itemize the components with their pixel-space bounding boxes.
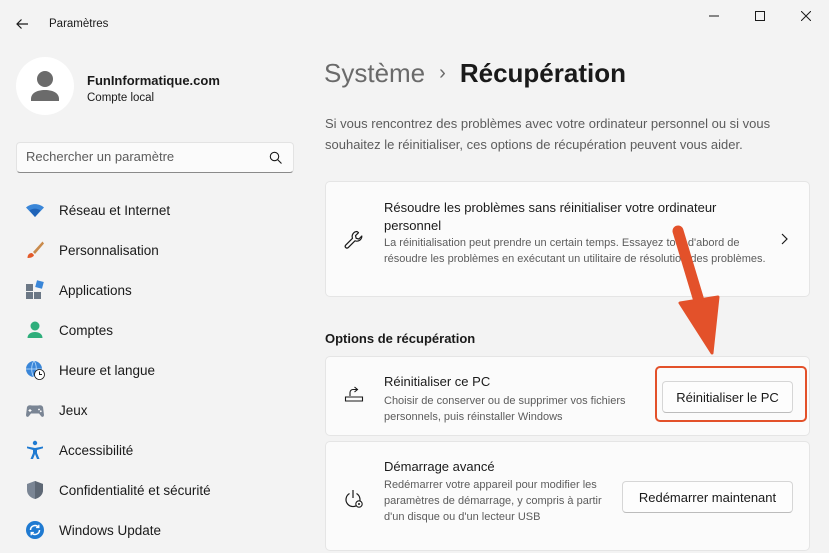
breadcrumb: Système › Récupération — [324, 58, 626, 89]
chevron-right-icon[interactable] — [777, 232, 791, 246]
sidebar-item-label: Windows Update — [59, 522, 162, 538]
sidebar-item-label: Accessibilité — [59, 442, 134, 458]
user-placeholder-icon — [31, 71, 59, 101]
wrench-icon — [344, 230, 363, 249]
page-title: Récupération — [459, 58, 626, 88]
paintbrush-icon — [27, 241, 44, 258]
globe-clock-icon — [26, 360, 45, 380]
search-icon[interactable] — [269, 151, 283, 165]
avatar[interactable] — [16, 57, 74, 115]
advanced-startup-description: Redémarrer votre appareil pour modifier … — [384, 479, 602, 523]
sidebar-item-label: Personnalisation — [59, 242, 159, 258]
intro-text: Si vous rencontrez des problèmes avec vo… — [325, 116, 771, 152]
sidebar-item-privacy[interactable]: Confidentialité et sécurité — [16, 470, 294, 510]
advanced-startup-title: Démarrage avancé — [384, 459, 495, 474]
sidebar-item-label: Heure et langue — [59, 362, 156, 378]
maximize-button[interactable] — [737, 0, 783, 32]
gamepad-icon — [26, 405, 44, 417]
highlight-box — [655, 366, 807, 422]
sidebar-item-label: Jeux — [59, 402, 88, 418]
reset-pc-icon — [344, 386, 364, 402]
minimize-button[interactable] — [691, 0, 737, 32]
window-controls — [691, 0, 829, 32]
sidebar-item-accessibility[interactable]: Accessibilité — [16, 430, 294, 470]
title-bar: Paramètres — [0, 0, 829, 46]
app-title: Paramètres — [49, 18, 109, 30]
account-type: Compte local — [87, 92, 155, 104]
wifi-icon — [26, 204, 44, 217]
apps-icon — [26, 280, 44, 299]
search-box — [16, 142, 294, 173]
accessibility-icon — [27, 440, 43, 459]
sidebar-item-apps[interactable]: Applications — [16, 270, 294, 310]
user-icon — [27, 321, 43, 338]
breadcrumb-parent[interactable]: Système — [324, 58, 425, 88]
sidebar-item-gaming[interactable]: Jeux — [16, 390, 294, 430]
profile-name: FunInformatique.com — [87, 73, 220, 88]
search-input[interactable] — [26, 149, 261, 164]
minimize-icon — [709, 15, 719, 17]
arrow-left-icon — [16, 19, 28, 29]
restart-now-button[interactable]: Redémarrer maintenant — [622, 481, 793, 513]
sidebar-item-accounts[interactable]: Comptes — [16, 310, 294, 350]
close-icon — [801, 11, 811, 21]
close-button[interactable] — [783, 0, 829, 32]
sidebar-nav: Réseau et Internet Personnalisation Appl… — [16, 190, 294, 550]
maximize-icon — [755, 11, 765, 21]
sidebar-item-windows-update[interactable]: Windows Update — [16, 510, 294, 550]
reset-pc-description: Choisir de conserver ou de supprimer vos… — [384, 395, 626, 423]
sidebar-item-label: Comptes — [59, 322, 114, 338]
back-button[interactable] — [10, 12, 34, 36]
sidebar-item-label: Applications — [59, 282, 132, 298]
reset-pc-title: Réinitialiser ce PC — [384, 374, 491, 389]
breadcrumb-separator: › — [439, 62, 446, 84]
windows-update-icon — [26, 521, 44, 539]
sidebar-item-personalization[interactable]: Personnalisation — [16, 230, 294, 270]
sidebar-item-label: Confidentialité et sécurité — [59, 482, 211, 498]
section-title: Options de récupération — [325, 331, 476, 346]
annotation-arrow-icon — [672, 225, 720, 355]
sidebar-item-network[interactable]: Réseau et Internet — [16, 190, 294, 230]
sidebar-item-time-language[interactable]: Heure et langue — [16, 350, 294, 390]
power-settings-icon — [345, 490, 363, 508]
sidebar-item-label: Réseau et Internet — [59, 202, 171, 218]
shield-icon — [27, 481, 43, 499]
